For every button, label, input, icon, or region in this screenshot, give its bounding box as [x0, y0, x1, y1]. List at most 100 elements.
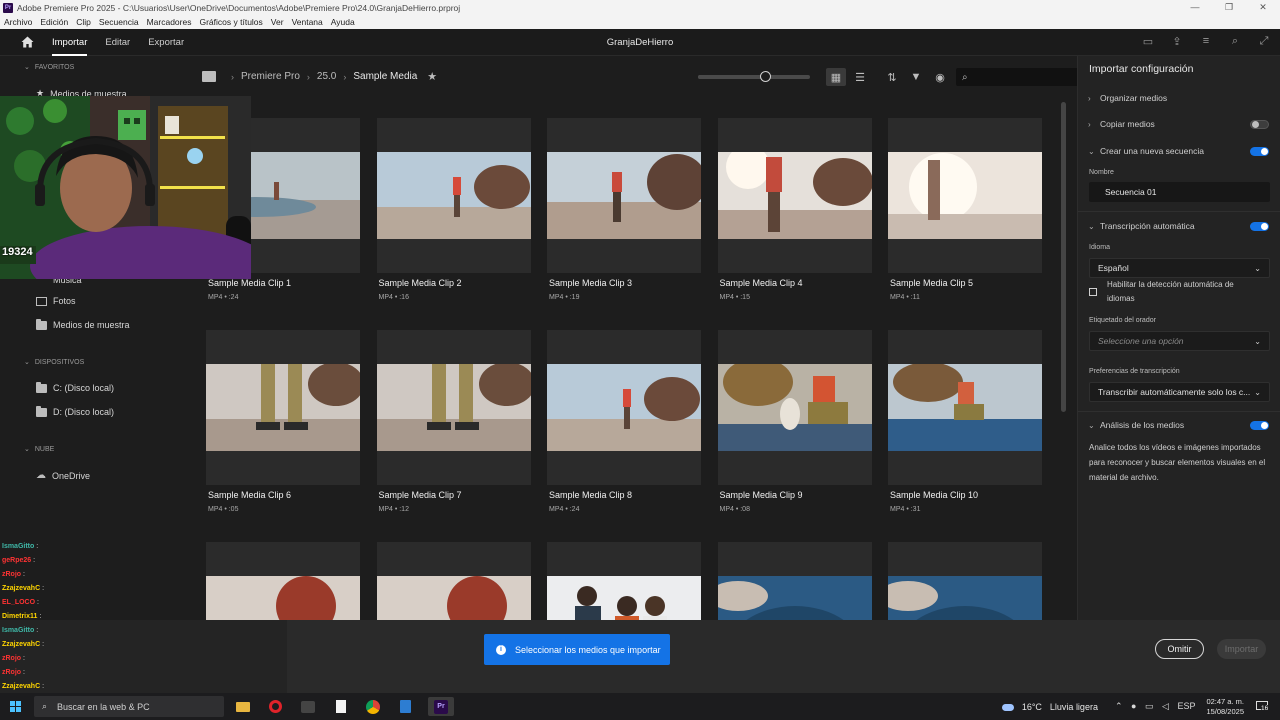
organize-media-row[interactable]: › Organizar medios: [1088, 93, 1269, 103]
new-sequence-toggle[interactable]: [1250, 146, 1269, 156]
filter-icon[interactable]: ▼: [906, 68, 926, 86]
tab-exportar[interactable]: Exportar: [148, 29, 184, 56]
chrome-icon[interactable]: [363, 697, 382, 716]
file-explorer-icon[interactable]: [233, 697, 252, 716]
clip-thumbnail[interactable]: [888, 576, 1042, 620]
scrollbar[interactable]: [1061, 102, 1066, 412]
clip-card[interactable]: [717, 542, 872, 620]
copy-media-row[interactable]: › Copiar medios: [1088, 119, 1269, 129]
clip-card[interactable]: Sample Media Clip 8 MP4 • :24: [547, 330, 701, 513]
import-button[interactable]: Importar: [1217, 639, 1266, 659]
menu-ayuda[interactable]: Ayuda: [331, 17, 355, 27]
workspaces-icon[interactable]: ≡: [1200, 35, 1212, 47]
clip-card[interactable]: Sample Media Clip 10 MP4 • :31: [888, 330, 1042, 513]
clip-card[interactable]: [376, 542, 531, 620]
menu-marcadores[interactable]: Marcadores: [147, 17, 192, 27]
notification-icon[interactable]: 16: [1256, 700, 1269, 713]
clip-card[interactable]: Sample Media Clip 3 MP4 • :19: [547, 118, 701, 301]
menu-graficos[interactable]: Gráficos y títulos: [199, 17, 262, 27]
sidebar-item-onedrive[interactable]: ☁ OneDrive: [36, 470, 90, 481]
clip-card[interactable]: [888, 542, 1042, 620]
tab-importar[interactable]: Importar: [52, 29, 88, 56]
section-nube[interactable]: ⌄ NUBE: [24, 445, 54, 454]
clip-card[interactable]: Sample Media Clip 9 MP4 • :08: [717, 330, 872, 513]
chevron-up-icon[interactable]: ⌃: [1115, 701, 1123, 711]
opera-icon[interactable]: [266, 697, 285, 716]
menu-edicion[interactable]: Edición: [40, 17, 68, 27]
transcription-toggle[interactable]: [1250, 221, 1269, 231]
breadcrumb-item[interactable]: Premiere Pro: [241, 71, 300, 82]
clock[interactable]: 02:47 a. m. 15/08/2025: [1206, 697, 1244, 717]
clip-thumbnail[interactable]: [547, 152, 701, 239]
clip-card[interactable]: Sample Media Clip 2 MP4 • :16: [376, 118, 531, 301]
home-icon[interactable]: [20, 35, 34, 49]
clip-thumbnail[interactable]: [717, 364, 872, 451]
transcription-row[interactable]: ⌄ Transcripción automática: [1088, 221, 1269, 231]
section-favoritos[interactable]: ⌄ FAVORITOS: [24, 63, 74, 72]
clip-card[interactable]: Sample Media Clip 7 MP4 • :12: [376, 330, 531, 513]
media-analysis-row[interactable]: ⌄ Análisis de los medios: [1088, 420, 1269, 430]
close-button[interactable]: ✕: [1246, 0, 1280, 15]
windows-start-icon[interactable]: [10, 701, 21, 712]
fullscreen-icon[interactable]: ⤢: [1258, 35, 1270, 47]
sidebar-item-disk-c[interactable]: C: (Disco local): [36, 381, 114, 393]
new-sequence-row[interactable]: ⌄ Crear una nueva secuencia: [1088, 146, 1269, 156]
section-dispositivos[interactable]: ⌄ DISPOSITIVOS: [24, 358, 84, 367]
transcription-prefs-select[interactable]: Transcribir automáticamente solo los c..…: [1089, 382, 1270, 402]
menu-ventana[interactable]: Ventana: [292, 17, 323, 27]
folder-browse-icon[interactable]: [202, 71, 216, 82]
language-indicator[interactable]: ESP: [1177, 701, 1195, 711]
search-help-icon[interactable]: ⌕: [1229, 35, 1241, 47]
media-analysis-toggle[interactable]: [1250, 420, 1269, 430]
list-view-icon[interactable]: ☰: [850, 68, 870, 86]
clip-thumbnail[interactable]: [717, 576, 872, 620]
thumbnail-size-slider[interactable]: [698, 71, 810, 82]
clip-thumbnail[interactable]: [717, 152, 872, 239]
grid-view-icon[interactable]: ▦: [826, 68, 846, 86]
breadcrumb-item[interactable]: 25.0: [317, 71, 336, 82]
microphone-icon[interactable]: ●: [1131, 701, 1136, 711]
slider-knob[interactable]: [760, 71, 772, 82]
taskbar-search[interactable]: ⌕ Buscar en la web & PC: [34, 696, 224, 717]
copy-media-toggle[interactable]: [1250, 119, 1269, 129]
clip-card[interactable]: Sample Media Clip 6 MP4 • :05: [206, 330, 360, 513]
tab-editar[interactable]: Editar: [105, 29, 130, 56]
sidebar-item-fotos[interactable]: Fotos: [36, 296, 76, 306]
clip-thumbnail[interactable]: [206, 364, 360, 451]
clip-card[interactable]: Sample Media Clip 4 MP4 • :15: [717, 118, 872, 301]
clip-card[interactable]: Sample Media Clip 5 MP4 • :11: [888, 118, 1042, 301]
clip-thumbnail[interactable]: [206, 576, 360, 620]
clip-thumbnail[interactable]: [888, 364, 1042, 451]
network-icon[interactable]: ▭: [1145, 701, 1154, 711]
clip-thumbnail[interactable]: [376, 152, 531, 239]
maximize-button[interactable]: ❐: [1212, 0, 1246, 15]
sidebar-item-disk-d[interactable]: D: (Disco local): [36, 405, 114, 417]
clip-thumbnail[interactable]: [376, 364, 531, 451]
clip-thumbnail[interactable]: [547, 576, 701, 620]
menu-archivo[interactable]: Archivo: [4, 17, 32, 27]
sequence-name-field[interactable]: Secuencia 01: [1089, 182, 1270, 202]
calculator-icon[interactable]: [396, 697, 415, 716]
clip-thumbnail[interactable]: [376, 576, 531, 620]
sort-icon[interactable]: ⇅: [882, 68, 902, 86]
auto-detect-checkbox[interactable]: [1089, 288, 1097, 296]
menu-secuencia[interactable]: Secuencia: [99, 17, 139, 27]
clip-card[interactable]: [547, 542, 701, 620]
clip-thumbnail[interactable]: [888, 152, 1042, 239]
premiere-taskbar-icon[interactable]: Pr: [428, 697, 454, 716]
visibility-icon[interactable]: ◉: [930, 68, 950, 86]
share-icon[interactable]: ⇪: [1171, 35, 1183, 48]
sidebar-item-medios-muestra[interactable]: Medios de muestra: [36, 318, 130, 330]
panel-layout-icon[interactable]: ▭: [1142, 35, 1154, 48]
favorite-star-icon[interactable]: ★: [427, 70, 437, 83]
menu-ver[interactable]: Ver: [271, 17, 284, 27]
minimize-button[interactable]: —: [1178, 0, 1212, 15]
speaker-select[interactable]: Seleccione una opción ⌄: [1089, 331, 1270, 351]
clip-card[interactable]: [206, 542, 360, 620]
clip-thumbnail[interactable]: [547, 364, 701, 451]
notepad-icon[interactable]: [331, 697, 350, 716]
skip-button[interactable]: Omitir: [1155, 639, 1204, 659]
game-app-icon[interactable]: [298, 697, 317, 716]
weather-widget[interactable]: 16°C Lluvia ligera: [1001, 702, 1098, 712]
search-input[interactable]: ⌕: [956, 68, 1080, 86]
